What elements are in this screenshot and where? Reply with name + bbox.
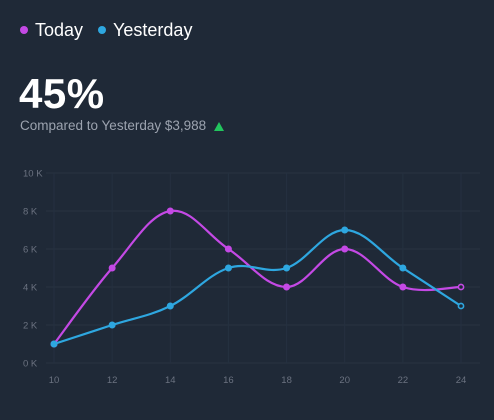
data-point-today	[166, 207, 174, 215]
compare-summary: Compared to Yesterday $3,988	[20, 118, 225, 134]
data-point-yesterday	[283, 264, 291, 272]
chart-legend: Today Yesterday	[20, 19, 192, 41]
data-point-yesterday	[399, 264, 407, 272]
data-point-today	[283, 283, 291, 291]
data-point-yesterday	[224, 264, 232, 272]
legend-item-yesterday[interactable]: Yesterday	[98, 19, 192, 41]
legend-label-today: Today	[35, 20, 84, 40]
data-point-today	[108, 264, 116, 272]
data-point-yesterday	[341, 226, 349, 234]
x-tick-label: 18	[281, 375, 292, 386]
trend-up-icon	[214, 121, 225, 131]
data-point-yesterday	[457, 302, 465, 310]
chart-card: Today Yesterday 45% Compared to Yesterda…	[0, 0, 494, 420]
data-point-today	[341, 245, 349, 253]
line-chart: 0 K 2 K 4 K 6 K 8 K 10 K 10 12 14 16 18 20 22 24	[23, 169, 480, 386]
x-tick-label: 12	[107, 375, 118, 386]
y-tick-label: 0 K	[23, 359, 38, 370]
x-tick-label: 20	[339, 375, 350, 386]
data-point-yesterday	[50, 340, 58, 348]
percent-value: 45%	[19, 70, 105, 117]
legend-item-today[interactable]: Today	[20, 19, 83, 41]
x-tick-label: 14	[165, 375, 176, 386]
compare-text: Compared to Yesterday $3,988	[20, 118, 207, 133]
y-tick-label: 4 K	[23, 283, 38, 294]
y-tick-label: 2 K	[23, 321, 38, 332]
x-tick-label: 22	[398, 375, 409, 386]
data-point-yesterday	[108, 321, 116, 329]
legend-label-yesterday: Yesterday	[113, 20, 193, 40]
x-tick-label: 10	[49, 375, 60, 386]
data-point-today	[224, 245, 232, 253]
data-point-today	[399, 283, 407, 291]
x-tick-label: 16	[223, 375, 234, 386]
y-tick-label: 6 K	[23, 245, 38, 256]
y-tick-label: 8 K	[23, 207, 38, 218]
y-tick-label: 10 K	[23, 169, 43, 180]
data-point-today	[457, 283, 465, 291]
x-tick-label: 24	[456, 375, 467, 386]
today-dot-icon	[20, 26, 28, 34]
yesterday-dot-icon	[98, 26, 107, 34]
data-point-yesterday	[166, 302, 174, 310]
